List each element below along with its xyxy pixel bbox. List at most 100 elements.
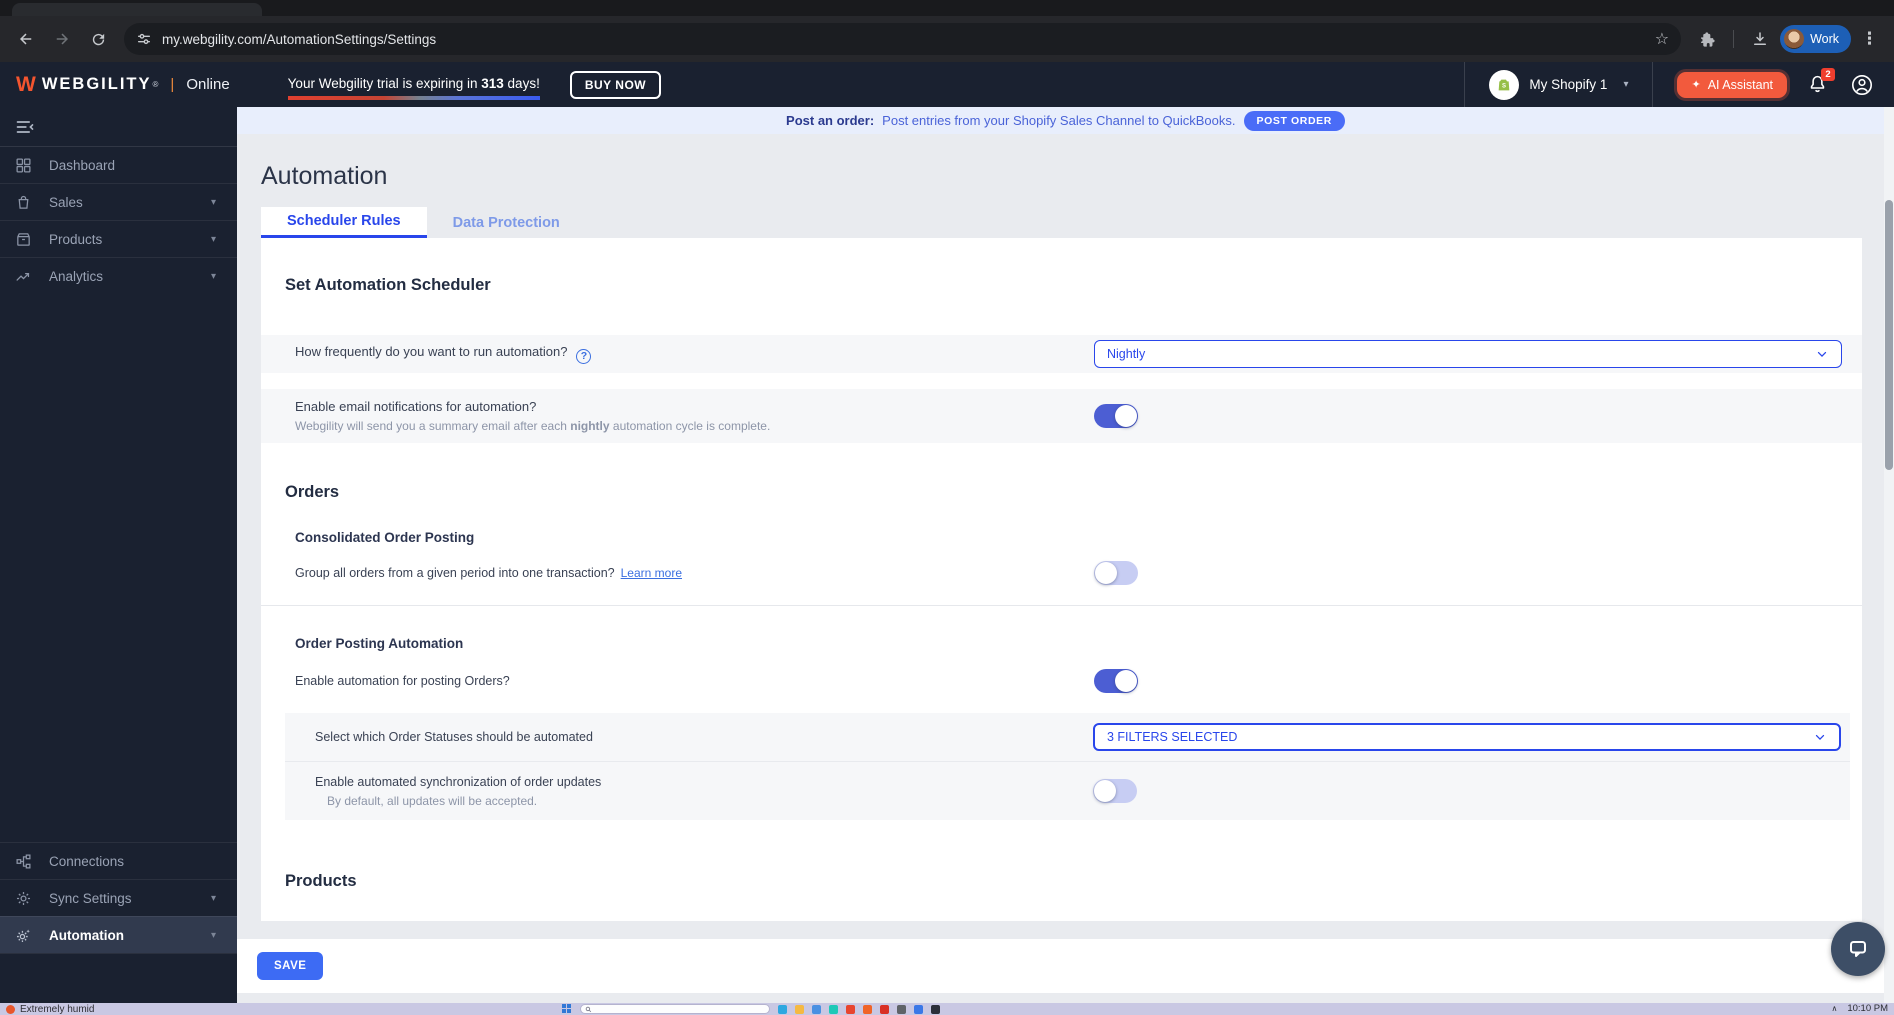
browser-chrome: my.webgility.com/AutomationSettings/Sett… xyxy=(0,0,1894,62)
taskbar-app-icon[interactable] xyxy=(880,1004,889,1014)
browser-tabstrip xyxy=(0,0,1894,16)
order-statuses-select[interactable]: 3 FILTERS SELECTED xyxy=(1093,723,1841,751)
taskbar-app-icon[interactable] xyxy=(846,1004,855,1014)
promo-banner: Post an order: Post entries from your Sh… xyxy=(237,107,1894,134)
windows-start-icon[interactable] xyxy=(562,1004,572,1014)
chat-launcher[interactable] xyxy=(1831,922,1885,976)
taskbar-tray: ∧ 10:10 PM xyxy=(1831,1003,1888,1014)
brand-name: WEBGILITY xyxy=(41,75,152,93)
brand-registered-mark: ® xyxy=(152,80,159,89)
site-info-icon[interactable] xyxy=(136,31,152,47)
chevron-down-icon: ▾ xyxy=(210,196,216,208)
sidebar-item-dashboard[interactable]: Dashboard xyxy=(0,146,237,183)
url-text[interactable]: my.webgility.com/AutomationSettings/Sett… xyxy=(162,32,1647,47)
downloads-icon[interactable] xyxy=(1744,23,1776,55)
tab-bar: Scheduler Rules Data Protection xyxy=(261,207,1894,238)
back-button[interactable] xyxy=(10,23,42,55)
sidebar-item-sync-settings[interactable]: Sync Settings ▾ xyxy=(0,879,237,916)
sidebar-item-label: Analytics xyxy=(49,268,104,284)
section-heading-scheduler: Set Automation Scheduler xyxy=(285,276,491,294)
notification-badge: 2 xyxy=(1821,68,1835,81)
main-area: Post an order: Post entries from your Sh… xyxy=(237,107,1894,1003)
taskbar-app-icon[interactable] xyxy=(778,1004,787,1014)
taskbar-clock[interactable]: 10:10 PM xyxy=(1847,1003,1888,1014)
webgility-logo-icon: W xyxy=(16,72,36,96)
scrollbar-thumb[interactable] xyxy=(1885,200,1893,470)
bookmark-star-icon[interactable]: ☆ xyxy=(1655,29,1669,49)
taskbar-app-icon[interactable] xyxy=(812,1004,821,1014)
chevron-down-icon: ▾ xyxy=(210,929,216,941)
sidebar-item-label: Sync Settings xyxy=(49,890,132,906)
email-notifications-label: Enable email notifications for automatio… xyxy=(295,399,537,414)
order-posting-toggle[interactable] xyxy=(1094,669,1138,693)
tab-scheduler-rules[interactable]: Scheduler Rules xyxy=(261,207,427,238)
section-heading-orders: Orders xyxy=(285,483,340,501)
account-button[interactable] xyxy=(1850,73,1874,97)
browser-toolbar: my.webgility.com/AutomationSettings/Sett… xyxy=(0,16,1894,62)
automation-gear-icon xyxy=(16,928,30,942)
taskbar-weather-widget[interactable]: Extremely humid xyxy=(0,1003,94,1015)
consolidated-posting-toggle[interactable] xyxy=(1094,561,1138,585)
browser-tab[interactable] xyxy=(12,3,262,16)
tab-data-protection[interactable]: Data Protection xyxy=(427,207,586,238)
reload-button[interactable] xyxy=(82,23,114,55)
address-bar[interactable]: my.webgility.com/AutomationSettings/Sett… xyxy=(124,23,1682,55)
taskbar-center xyxy=(562,1004,940,1014)
taskbar-app-icon[interactable] xyxy=(914,1004,923,1014)
frequency-select[interactable]: Nightly xyxy=(1094,340,1842,368)
sidebar-item-sales[interactable]: Sales ▾ xyxy=(0,183,237,220)
learn-more-link[interactable]: Learn more xyxy=(621,566,682,580)
store-name: My Shopify 1 xyxy=(1529,77,1608,92)
order-statuses-value: 3 FILTERS SELECTED xyxy=(1107,730,1238,744)
taskbar: Extremely humid ∧ 10:10 PM xyxy=(0,1003,1894,1015)
page-scrollbar[interactable] xyxy=(1884,107,1894,1003)
taskbar-app-icon[interactable] xyxy=(863,1004,872,1014)
save-button[interactable]: SAVE xyxy=(257,952,324,980)
dashboard-icon xyxy=(16,157,31,173)
order-sync-toggle[interactable] xyxy=(1093,779,1137,803)
toggle-knob xyxy=(1094,780,1116,802)
order-posting-label: Enable automation for posting Orders? xyxy=(295,674,510,688)
store-caret-icon: ▾ xyxy=(1623,79,1629,90)
taskbar-app-icon[interactable] xyxy=(897,1004,906,1014)
app-body: Dashboard Sales ▾ Products ▾ Analytics ▾ xyxy=(0,107,1894,1003)
sidebar-collapse-button[interactable] xyxy=(0,107,237,146)
buy-now-button[interactable]: BUY NOW xyxy=(569,70,662,99)
order-automation-subsettings: Select which Order Statuses should be au… xyxy=(285,713,1850,820)
store-selector[interactable]: S My Shopify 1 ▾ xyxy=(1464,62,1652,107)
sidebar-item-automation[interactable]: Automation ▾ xyxy=(0,916,237,953)
sidebar-item-products[interactable]: Products ▾ xyxy=(0,220,237,257)
taskbar-app-icon[interactable] xyxy=(931,1004,940,1014)
sidebar-item-connections[interactable]: Connections xyxy=(0,842,237,879)
sales-bag-icon xyxy=(18,195,29,209)
consolidated-posting-row: Group all orders from a given period int… xyxy=(261,553,1862,593)
tray-expand-icon[interactable]: ∧ xyxy=(1831,1004,1837,1013)
page-title: Automation xyxy=(261,162,388,190)
chevron-down-icon: ▾ xyxy=(210,233,216,245)
taskbar-app-icon[interactable] xyxy=(829,1004,838,1014)
forward-button[interactable] xyxy=(46,23,78,55)
profile-avatar xyxy=(1784,29,1805,49)
post-order-button[interactable]: POST ORDER xyxy=(1243,110,1345,131)
chevron-down-icon: ▾ xyxy=(210,270,216,282)
sparkle-icon: ✦ xyxy=(1691,79,1701,91)
sidebar-item-analytics[interactable]: Analytics ▾ xyxy=(0,257,237,294)
trial-expiry-message: Your Webgility trial is expiring in 313 … xyxy=(287,76,540,100)
help-icon[interactable]: ? xyxy=(576,348,592,364)
weather-text: Extremely humid xyxy=(20,1004,95,1015)
section-heading-products: Products xyxy=(285,872,357,890)
ai-assistant-label: AI Assistant xyxy=(1707,77,1773,92)
select-chevron-icon xyxy=(1815,734,1825,740)
email-notifications-row: Enable email notifications for automatio… xyxy=(261,389,1862,443)
notifications-button[interactable]: 2 xyxy=(1807,68,1835,95)
browser-menu-icon[interactable]: ⋮ xyxy=(1855,29,1884,49)
header-right: S My Shopify 1 ▾ ✦ AI Assistant 2 xyxy=(1464,62,1878,107)
ai-assistant-button[interactable]: ✦ AI Assistant xyxy=(1677,71,1787,98)
order-statuses-row: Select which Order Statuses should be au… xyxy=(285,713,1850,761)
browser-profile-button[interactable]: Work xyxy=(1780,25,1851,53)
frequency-value: Nightly xyxy=(1107,347,1146,361)
extensions-icon[interactable] xyxy=(1691,23,1723,55)
taskbar-search[interactable] xyxy=(580,1004,770,1014)
email-notifications-toggle[interactable] xyxy=(1094,404,1138,428)
taskbar-app-icon[interactable] xyxy=(795,1004,804,1014)
